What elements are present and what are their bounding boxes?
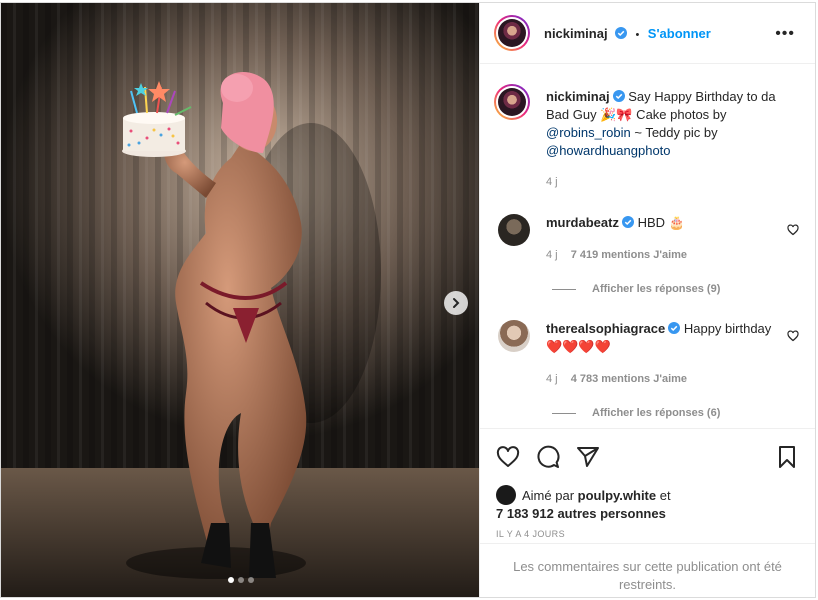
carousel-dot bbox=[248, 577, 254, 583]
caption-username[interactable]: nickiminaj bbox=[546, 89, 610, 104]
more-icon[interactable]: ••• bbox=[775, 25, 795, 43]
share-icon[interactable] bbox=[576, 445, 600, 469]
post-photo bbox=[1, 3, 479, 597]
comment-username[interactable]: murdabeatz bbox=[546, 215, 619, 230]
view-replies-label: Afficher les réponses (6) bbox=[592, 407, 721, 419]
verified-icon bbox=[612, 90, 625, 102]
comment-time[interactable]: 4 j bbox=[546, 249, 558, 261]
comment-avatar[interactable] bbox=[498, 320, 530, 352]
verified-icon bbox=[668, 322, 681, 334]
caption-avatar[interactable] bbox=[494, 84, 530, 120]
liker-username[interactable]: poulpy.white bbox=[578, 488, 656, 503]
view-replies-label: Afficher les réponses (9) bbox=[592, 283, 721, 295]
heart-icon[interactable] bbox=[787, 330, 799, 342]
likes-mid: et bbox=[656, 488, 671, 503]
comment-likes[interactable]: 4 783 mentions J'aime bbox=[571, 373, 687, 385]
view-replies-button[interactable]: Afficher les réponses (9) bbox=[552, 283, 720, 295]
comments-restricted-notice: Les commentaires sur cette publication o… bbox=[480, 543, 815, 597]
carousel-next-button[interactable] bbox=[444, 291, 468, 315]
carousel-indicator bbox=[228, 577, 254, 583]
likes-prefix: Aimé par bbox=[522, 488, 578, 503]
mention-link[interactable]: @howardhuangphoto bbox=[546, 143, 671, 158]
view-replies-button[interactable]: Afficher les réponses (6) bbox=[552, 407, 720, 419]
action-bar bbox=[480, 428, 815, 481]
post-media[interactable] bbox=[1, 3, 479, 597]
mention-link[interactable]: @robins_robin bbox=[546, 125, 631, 140]
likes-count[interactable]: 7 183 912 autres personnes bbox=[496, 506, 666, 521]
comment: murdabeatz HBD 🎂 bbox=[546, 214, 776, 232]
heart-icon[interactable] bbox=[496, 445, 520, 469]
comment-avatar[interactable] bbox=[498, 214, 530, 246]
comment: therealsophiagrace Happy birthday ❤️❤️❤️… bbox=[546, 320, 776, 356]
verified-icon bbox=[621, 216, 634, 228]
comment-icon[interactable] bbox=[536, 445, 560, 469]
author-username[interactable]: nickiminaj bbox=[544, 26, 608, 41]
carousel-dot bbox=[228, 577, 234, 583]
separator-dot: • bbox=[635, 29, 640, 41]
caption-text: ~ Teddy pic by bbox=[630, 125, 718, 140]
comment-likes[interactable]: 7 419 mentions J'aime bbox=[571, 249, 687, 261]
post-header: nickiminaj • S'abonner ••• bbox=[480, 3, 815, 64]
follow-button[interactable]: S'abonner bbox=[648, 26, 711, 41]
likes-summary: Aimé par poulpy.white et 7 183 912 autre… bbox=[496, 485, 671, 523]
chevron-right-icon bbox=[453, 298, 460, 308]
post-date[interactable]: IL Y A 4 JOURS bbox=[496, 529, 565, 539]
carousel-dot bbox=[238, 577, 244, 583]
bookmark-icon[interactable] bbox=[775, 445, 799, 469]
comment-username[interactable]: therealsophiagrace bbox=[546, 321, 665, 336]
instagram-post: nickiminaj • S'abonner ••• nickiminaj Sa… bbox=[0, 2, 816, 598]
post-sidebar: nickiminaj • S'abonner ••• nickiminaj Sa… bbox=[479, 3, 815, 597]
author-avatar[interactable] bbox=[494, 15, 530, 51]
comment-time[interactable]: 4 j bbox=[546, 373, 558, 385]
caption-time[interactable]: 4 j bbox=[546, 176, 558, 188]
comment-text: HBD 🎂 bbox=[637, 215, 685, 230]
comment-meta: 4 j 7 419 mentions J'aime bbox=[546, 249, 687, 261]
liker-avatar[interactable] bbox=[496, 485, 516, 505]
comment-meta: 4 j 4 783 mentions J'aime bbox=[546, 373, 687, 385]
caption: nickiminaj Say Happy Birthday to da Bad … bbox=[546, 88, 796, 160]
comments-list: nickiminaj Say Happy Birthday to da Bad … bbox=[480, 64, 815, 428]
verified-icon bbox=[615, 27, 628, 39]
heart-icon[interactable] bbox=[787, 224, 799, 236]
